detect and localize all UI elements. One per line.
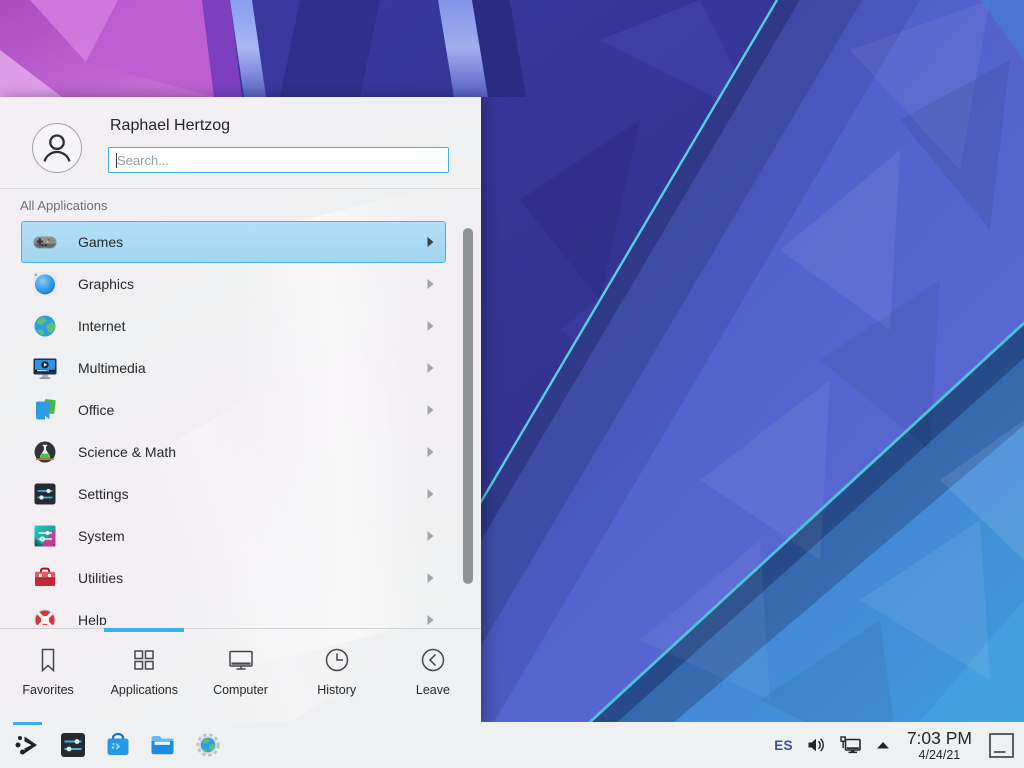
submenu-arrow-icon	[427, 405, 434, 415]
software-bag-icon	[103, 730, 133, 760]
network-icon[interactable]	[839, 735, 862, 756]
category-settings[interactable]: Settings	[21, 473, 446, 515]
tab-history[interactable]: History	[289, 629, 385, 722]
user-name: Raphael Hertzog	[110, 117, 230, 135]
settings-sliders-icon	[58, 730, 88, 760]
category-utilities[interactable]: Utilities	[21, 557, 446, 599]
category-label: Graphics	[78, 276, 134, 292]
submenu-arrow-icon	[427, 363, 434, 373]
show-desktop-button[interactable]	[988, 732, 1015, 759]
tab-label: Applications	[111, 683, 178, 697]
multimedia-monitor-icon	[32, 355, 58, 381]
submenu-arrow-icon	[427, 615, 434, 625]
submenu-arrow-icon	[427, 573, 434, 583]
tab-computer[interactable]: Computer	[192, 629, 288, 722]
utilities-toolbox-icon	[32, 565, 58, 591]
tab-label: Favorites	[22, 683, 73, 697]
category-list: Games Graphics	[21, 221, 446, 625]
tab-label: Computer	[213, 683, 268, 697]
category-help[interactable]: Help	[21, 599, 446, 625]
volume-icon[interactable]	[806, 735, 826, 755]
desktop: Raphael Hertzog All Applications	[0, 0, 1024, 768]
system-settings-button[interactable]	[50, 722, 95, 768]
category-label: Multimedia	[78, 360, 146, 376]
gamepad-icon	[32, 229, 58, 255]
tab-applications[interactable]: Applications	[96, 629, 192, 722]
section-label: All Applications	[20, 198, 107, 213]
launcher-tabbar: Favorites Applications	[0, 628, 481, 722]
tab-label: Leave	[416, 683, 450, 697]
user-icon	[33, 124, 81, 172]
graphics-ball-icon	[32, 271, 58, 297]
blue-folder-icon	[148, 730, 178, 760]
launcher-header: Raphael Hertzog	[0, 97, 481, 189]
system-tray: ES	[774, 729, 1024, 762]
submenu-arrow-icon	[427, 489, 434, 499]
submenu-arrow-icon	[427, 279, 434, 289]
search-box[interactable]	[108, 147, 449, 173]
category-label: Games	[78, 234, 123, 250]
settings-sliders-icon	[32, 481, 58, 507]
discover-button[interactable]	[95, 722, 140, 768]
category-label: System	[78, 528, 125, 544]
clock-date: 4/24/21	[907, 748, 972, 762]
digital-clock[interactable]: 7:03 PM 4/24/21	[904, 729, 975, 762]
grid-icon	[129, 645, 159, 675]
application-launcher-button[interactable]	[5, 722, 50, 768]
show-desktop-icon	[988, 732, 1015, 759]
search-input[interactable]	[109, 148, 448, 172]
category-label: Help	[78, 612, 107, 625]
application-launcher-panel: Raphael Hertzog All Applications	[0, 97, 481, 722]
web-browser-button[interactable]	[185, 722, 230, 768]
scrollbar-thumb[interactable]	[463, 228, 473, 584]
category-science[interactable]: Science & Math	[21, 431, 446, 473]
submenu-arrow-icon	[427, 237, 434, 247]
category-label: Settings	[78, 486, 129, 502]
science-flask-icon	[32, 439, 58, 465]
category-games[interactable]: Games	[21, 221, 446, 263]
category-label: Internet	[78, 318, 125, 334]
category-label: Science & Math	[78, 444, 176, 460]
category-internet[interactable]: Internet	[21, 305, 446, 347]
file-manager-button[interactable]	[140, 722, 185, 768]
clock-time: 7:03 PM	[907, 729, 972, 748]
submenu-arrow-icon	[427, 321, 434, 331]
category-multimedia[interactable]: Multimedia	[21, 347, 446, 389]
submenu-arrow-icon	[427, 447, 434, 457]
tab-label: History	[317, 683, 356, 697]
bookmark-icon	[33, 645, 63, 675]
taskbar-apps	[0, 722, 230, 768]
category-graphics[interactable]: Graphics	[21, 263, 446, 305]
submenu-arrow-icon	[427, 531, 434, 541]
globe-gear-icon	[193, 730, 223, 760]
system-sliders-icon	[32, 523, 58, 549]
monitor-icon	[226, 645, 256, 675]
globe-icon	[32, 313, 58, 339]
user-avatar[interactable]	[32, 123, 82, 173]
category-label: Utilities	[78, 570, 123, 586]
help-lifebuoy-icon	[32, 607, 58, 625]
tab-favorites[interactable]: Favorites	[0, 629, 96, 722]
clock-icon	[322, 645, 352, 675]
office-documents-icon	[32, 397, 58, 423]
leave-circle-icon	[418, 645, 448, 675]
tab-leave[interactable]: Leave	[385, 629, 481, 722]
category-label: Office	[78, 402, 114, 418]
category-office[interactable]: Office	[21, 389, 446, 431]
taskbar: ES	[0, 722, 1024, 768]
category-system[interactable]: System	[21, 515, 446, 557]
kde-launcher-icon	[13, 730, 43, 760]
keyboard-layout-indicator[interactable]: ES	[774, 738, 793, 753]
expand-tray-caret-icon[interactable]	[875, 740, 891, 750]
text-caret	[116, 153, 117, 168]
